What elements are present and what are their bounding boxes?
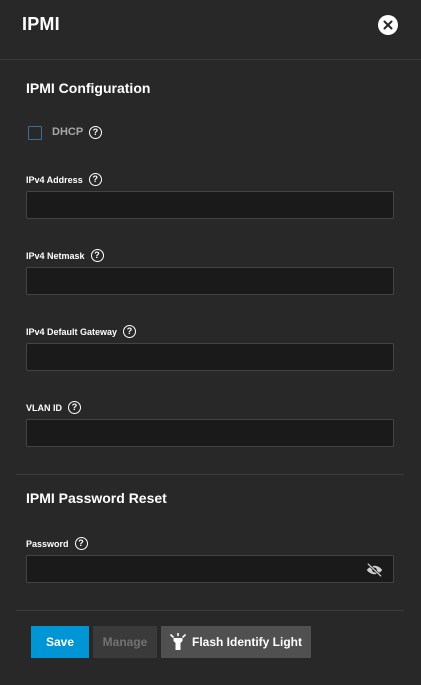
ipv4-gateway-help-icon[interactable]: ?	[123, 325, 137, 338]
save-button[interactable]: Save	[31, 626, 89, 658]
vlan-id-help-icon[interactable]: ?	[68, 401, 81, 414]
flash-identify-light-button[interactable]: Flash Identify Light	[161, 626, 311, 658]
manage-button[interactable]: Manage	[93, 626, 157, 658]
ipv4-gateway-label-text: IPv4 Default Gateway	[26, 326, 118, 337]
password-reset-title: IPMI Password Reset	[26, 490, 167, 506]
password-input[interactable]	[26, 555, 394, 583]
dhcp-help-icon[interactable]: ?	[89, 126, 102, 139]
eye-off-icon[interactable]	[366, 563, 383, 577]
vlan-id-input[interactable]	[26, 419, 394, 447]
close-button[interactable]	[378, 15, 398, 35]
ipv4-gateway-label: IPv4 Default Gateway ?	[26, 325, 137, 338]
ipv4-gateway-input[interactable]	[26, 343, 394, 371]
password-help-icon[interactable]: ?	[74, 537, 88, 550]
ipmi-panel: IPMI IPMI Configuration DHCP ? IPv4 Addr…	[0, 0, 421, 685]
ipv4-address-input[interactable]	[26, 191, 394, 219]
actions-divider	[16, 610, 404, 611]
panel-title: IPMI	[22, 14, 60, 34]
ipv4-address-help-icon[interactable]: ?	[88, 173, 102, 186]
ipv4-netmask-input[interactable]	[26, 267, 394, 295]
ipmi-configuration-title: IPMI Configuration	[26, 80, 151, 96]
ipv4-netmask-help-icon[interactable]: ?	[90, 249, 104, 262]
password-label-text: Password	[26, 538, 69, 549]
close-icon	[383, 20, 393, 30]
password-label: Password ?	[26, 537, 88, 550]
vlan-id-label: VLAN ID ?	[26, 401, 81, 414]
ipv4-address-label: IPv4 Address ?	[26, 173, 102, 186]
flash-identify-light-label: Flash Identify Light	[192, 635, 302, 649]
ipv4-address-label-text: IPv4 Address	[26, 174, 83, 185]
ipv4-netmask-label: IPv4 Netmask ?	[26, 249, 104, 262]
vlan-id-label-text: VLAN ID	[26, 402, 62, 413]
section-divider	[16, 474, 404, 475]
dhcp-label: DHCP	[52, 126, 84, 138]
dhcp-checkbox[interactable]	[28, 126, 42, 140]
panel-header: IPMI	[0, 0, 421, 60]
flashlight-icon	[170, 633, 186, 650]
ipv4-netmask-label-text: IPv4 Netmask	[26, 250, 85, 261]
